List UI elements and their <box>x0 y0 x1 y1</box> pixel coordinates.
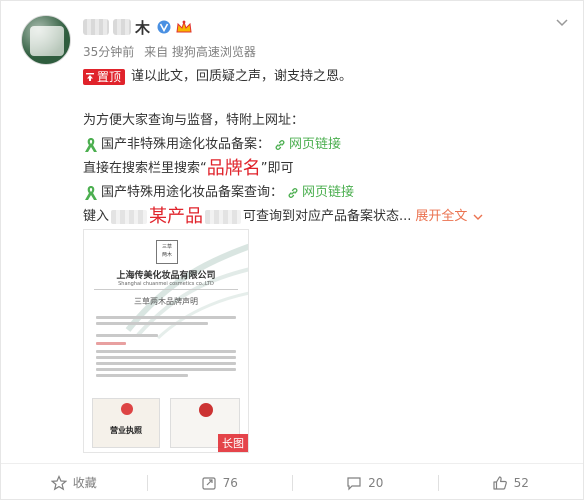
post-image-thumbnail[interactable]: 三草 两木 上海传美化妆品有限公司 Shanghai chuanmei cosme… <box>83 229 249 453</box>
comment-count: 20 <box>368 475 384 490</box>
emblem-icon <box>121 403 133 415</box>
image-company-name-en: Shanghai chuanmei cosmetics co.,LTD <box>118 281 214 287</box>
thumb-up-icon <box>493 475 507 490</box>
pinned-badge: 置顶 <box>83 69 126 85</box>
post-time[interactable]: 35分钟前 <box>83 45 134 59</box>
redacted-name <box>113 19 131 35</box>
pin-icon <box>86 73 94 81</box>
verified-v-icon <box>157 20 171 34</box>
text-line-3: 国产非特殊用途化妆品备案： <box>101 137 271 152</box>
text-line-2: 为方便大家查询与监督，特附上网址： <box>83 113 305 128</box>
text-line: 为方便大家查询与监督，特附上网址： <box>83 109 543 133</box>
like-count: 52 <box>513 475 529 490</box>
web-link-1[interactable]: 网页链接 <box>274 133 341 157</box>
chevron-down-icon <box>473 214 483 220</box>
highlight-product-name: 某产品 <box>149 206 204 227</box>
crown-icon[interactable] <box>175 19 193 35</box>
pinned-label: 置顶 <box>97 70 122 84</box>
weibo-post-card: 木 35分钟前 来自 搜狗高速浏览器 置顶 谨以此文，回质疑之声，谢支持之恩。 <box>0 0 584 500</box>
license-title: 营业执照 <box>110 426 142 435</box>
chevron-down-icon[interactable] <box>555 15 569 29</box>
brand-logo: 三草 两木 <box>156 240 178 264</box>
star-icon <box>50 474 67 490</box>
web-link-label[interactable]: 网页链接 <box>289 133 341 157</box>
avatar[interactable] <box>21 15 71 65</box>
post-meta: 35分钟前 来自 搜狗高速浏览器 <box>83 43 256 60</box>
link-icon <box>275 140 285 150</box>
text-line: 直接在搜索栏里搜索“ 品牌名 ”即可 <box>83 157 543 181</box>
repost-icon <box>202 476 216 490</box>
redacted-text <box>205 210 242 224</box>
green-ribbon-icon <box>85 186 97 200</box>
expand-label[interactable]: 展开全文 <box>415 205 467 229</box>
image-brand-statement: 三草两木品牌声明 <box>134 297 198 306</box>
redacted-name <box>83 19 109 35</box>
text-line-4-post: ”即可 <box>260 161 294 176</box>
repost-count: 76 <box>222 475 238 490</box>
text-line-6-pre: 键入 <box>83 209 110 224</box>
expand-full-text[interactable]: 展开全文 <box>415 205 483 229</box>
image-company-name: 上海传美化妆品有限公司 <box>116 271 216 281</box>
text-line: 键入 某产品 可查询到对应产品备案状态... 展开全文 <box>83 205 543 229</box>
text-line-6-post: 可查询到对应产品备案状态... <box>243 209 412 224</box>
post-text: 置顶 谨以此文，回质疑之声，谢支持之恩。 为方便大家查询与监督，特附上网址： 国… <box>83 65 543 229</box>
comment-button[interactable]: 20 <box>292 464 438 500</box>
text-line: 国产特殊用途化妆品备案查询： 网页链接 <box>83 181 543 205</box>
text-line-5: 国产特殊用途化妆品备案查询： <box>101 185 284 200</box>
repost-button[interactable]: 76 <box>146 464 293 500</box>
emblem-icon <box>199 403 213 417</box>
text-line-4-pre: 直接在搜索栏里搜索“ <box>83 161 207 176</box>
web-link-2[interactable]: 网页链接 <box>287 181 354 205</box>
business-license-image: 营业执照 <box>92 398 160 448</box>
link-icon <box>288 188 298 198</box>
redacted-text <box>111 210 148 224</box>
text-line: 国产非特殊用途化妆品备案： 网页链接 <box>83 133 543 157</box>
text-line: 置顶 谨以此文，回质疑之声，谢支持之恩。 <box>83 65 543 89</box>
author-row: 木 <box>83 17 193 37</box>
action-bar: 收藏 76 20 52 <box>1 463 583 500</box>
web-link-label[interactable]: 网页链接 <box>302 181 354 205</box>
favorite-button[interactable]: 收藏 <box>1 464 147 500</box>
green-ribbon-icon <box>85 138 97 152</box>
like-button[interactable]: 52 <box>437 464 584 500</box>
favorite-label: 收藏 <box>72 476 97 490</box>
post-source: 来自 搜狗高速浏览器 <box>144 45 256 59</box>
long-image-badge: 长图 <box>218 434 248 452</box>
comment-icon <box>347 476 361 490</box>
highlight-brand-name: 品牌名 <box>206 158 261 179</box>
author-name[interactable]: 木 <box>135 17 151 38</box>
text-line-1: 谨以此文，回质疑之声，谢支持之恩。 <box>131 69 353 84</box>
